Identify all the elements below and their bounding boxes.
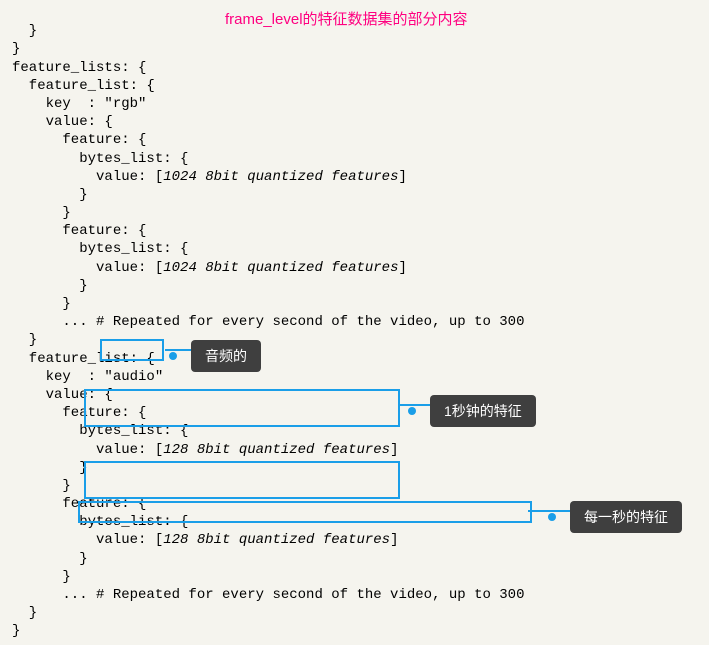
code-line: }: [12, 332, 37, 348]
code-line: ... # Repeated for every second of the v…: [12, 314, 524, 330]
title-text: frame_level的特征数据集的部分内容: [225, 8, 468, 29]
code-line: value: [128 8bit quantized features]: [12, 532, 398, 548]
code-line: value: [1024 8bit quantized features]: [12, 169, 407, 185]
code-line: feature: {: [12, 132, 146, 148]
code-line: }: [12, 278, 88, 294]
code-line: key : "rgb": [12, 96, 146, 112]
code-line: value: [128 8bit quantized features]: [12, 442, 398, 458]
highlight-box-value2: [84, 461, 400, 499]
code-line: }: [12, 187, 88, 203]
highlight-box-value1: [84, 389, 400, 427]
code-line: }: [12, 23, 37, 39]
callout-dot-icon: [408, 407, 416, 415]
callout-every-second: 每一秒的特征: [570, 501, 682, 533]
feature-value: 1024 8bit quantized features: [163, 169, 398, 185]
highlight-box-audio: [100, 339, 164, 361]
code-block: } } feature_lists: { feature_list: { key…: [0, 0, 709, 645]
code-line: key : "audio": [12, 369, 163, 385]
code-line: bytes_list: {: [12, 241, 188, 257]
connector-line: [528, 510, 576, 512]
code-line: value: [1024 8bit quantized features]: [12, 260, 407, 276]
code-line: feature_list: {: [12, 78, 155, 94]
code-line: }: [12, 41, 20, 57]
code-line: feature: {: [12, 223, 146, 239]
callout-text: 每一秒的特征: [584, 507, 668, 527]
callout-dot-icon: [548, 513, 556, 521]
feature-value: 1024 8bit quantized features: [163, 260, 398, 276]
code-line: }: [12, 205, 71, 221]
code-line: }: [12, 296, 71, 312]
callout-one-second: 1秒钟的特征: [430, 395, 536, 427]
callout-audio: 音频的: [191, 340, 261, 372]
callout-text: 1秒钟的特征: [444, 401, 522, 421]
code-line: }: [12, 551, 88, 567]
code-line: }: [12, 605, 37, 621]
callout-text: 音频的: [205, 346, 247, 366]
feature-value: 128 8bit quantized features: [163, 532, 390, 548]
code-line: value: {: [12, 114, 113, 130]
code-line: }: [12, 460, 88, 476]
callout-dot-icon: [169, 352, 177, 360]
code-line: feature_lists: {: [12, 60, 146, 76]
feature-value: 128 8bit quantized features: [163, 442, 390, 458]
code-line: }: [12, 478, 71, 494]
highlight-box-repeat: [78, 501, 532, 523]
code-line: }: [12, 623, 20, 639]
code-line: }: [12, 569, 71, 585]
code-line: ... # Repeated for every second of the v…: [12, 587, 524, 603]
code-line: bytes_list: {: [12, 151, 188, 167]
